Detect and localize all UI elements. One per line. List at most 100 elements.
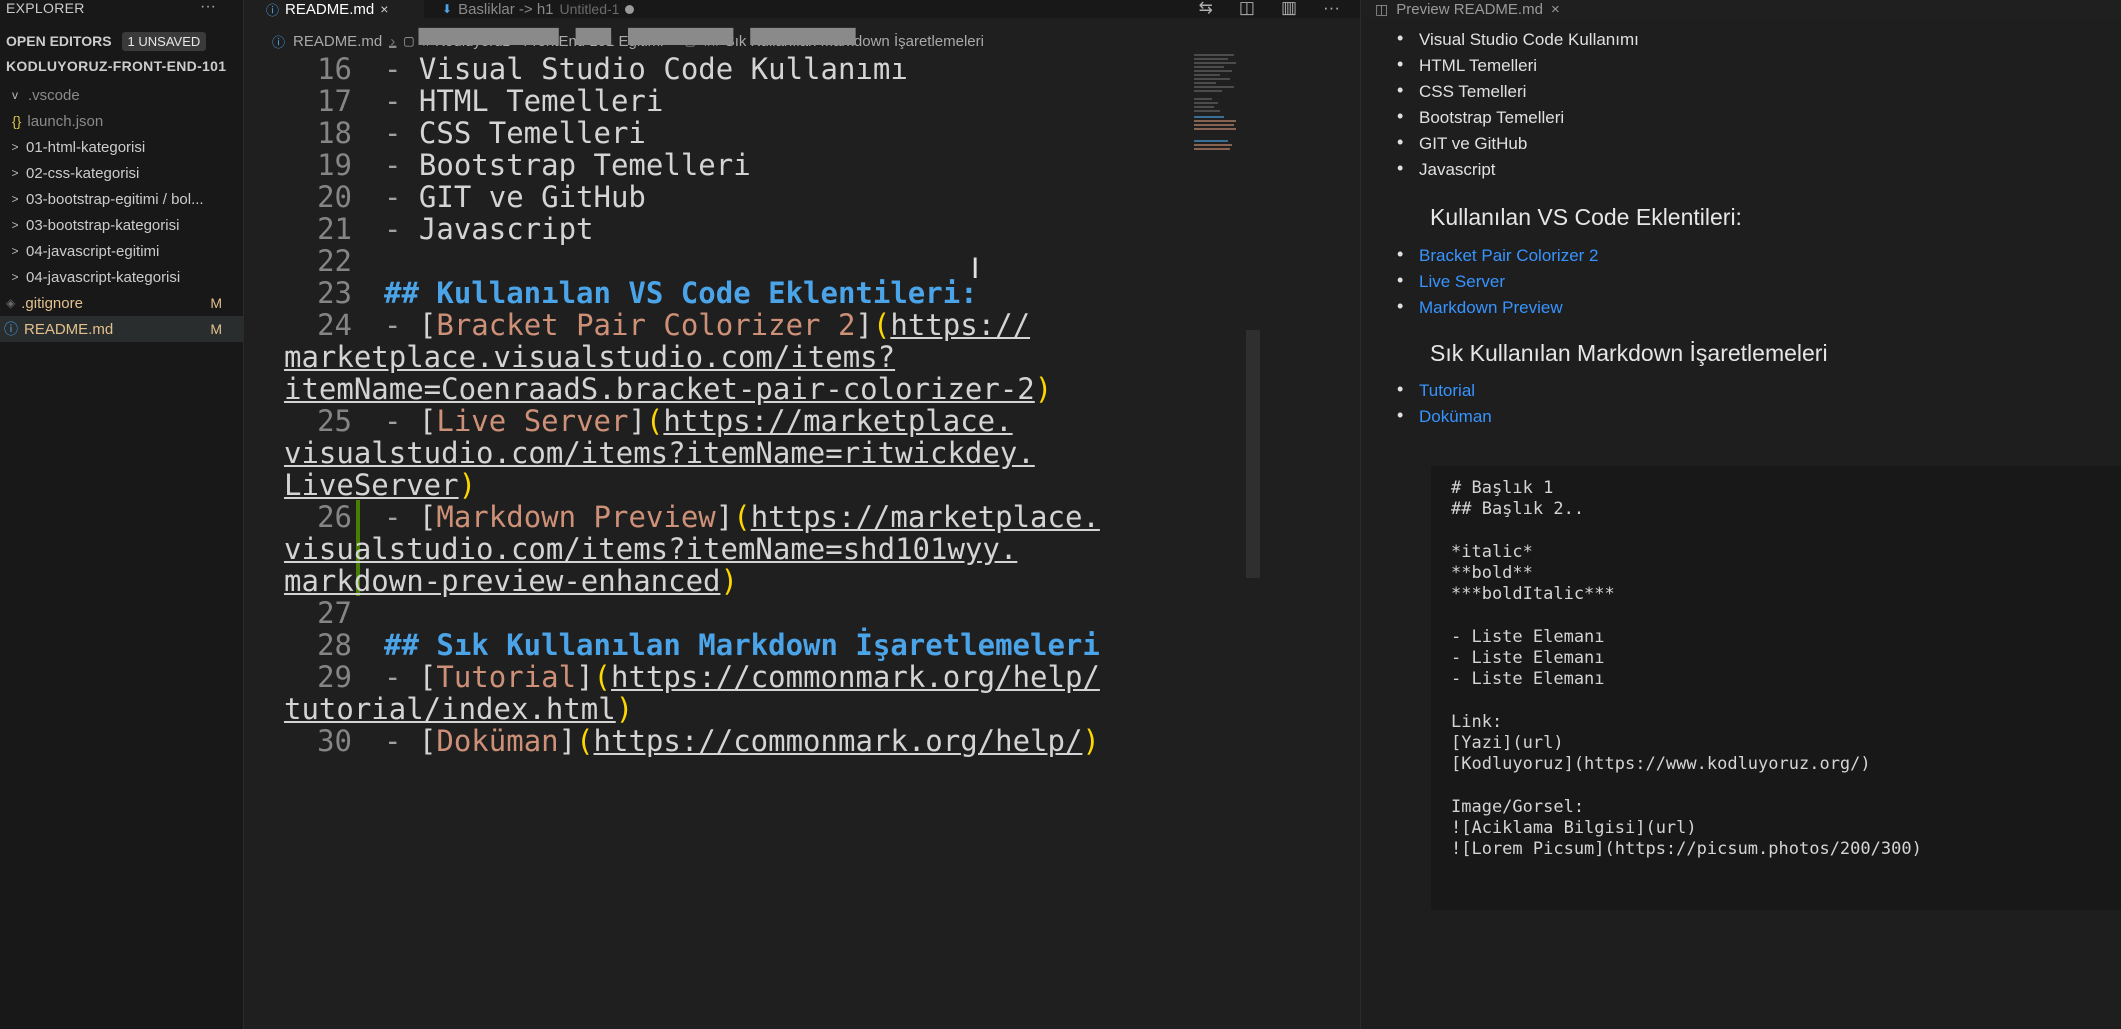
explorer-sidebar: EXPLORER ··· OPEN EDITORS 1 UNSAVED KODL… — [0, 0, 244, 1029]
list-item: Visual Studio Code Kullanımı — [1397, 28, 1639, 50]
link-url: https://commonmark.org/help/ — [593, 724, 1083, 758]
tab-untitled[interactable]: ⬇ Basliklar -> h1 Untitled-1 — [430, 0, 635, 18]
tree-item-label: 04-javascript-kategorisi — [26, 268, 181, 286]
code-line-wrap: LiveServer) — [284, 468, 477, 502]
link-text: Live Server — [436, 404, 629, 438]
tree-folder-03-bootstrap-egitimi[interactable]: > 03-bootstrap-egitimi / bol... — [0, 186, 243, 212]
tree-item-label: 03-bootstrap-kategorisi — [26, 216, 180, 234]
text-cursor-icon: I — [971, 252, 980, 285]
editor-toolbar: ⇆ ◫ ▥ ··· — [1199, 0, 1340, 18]
link-url: https://marketplace. — [750, 500, 1100, 534]
link-url: https:// — [890, 308, 1031, 342]
tree-item-label: 01-html-kategorisi — [26, 138, 146, 156]
code-block-line: ![Aciklama Bilgisi](url) — [1451, 818, 1697, 838]
tree-item-label: .vscode — [28, 86, 80, 104]
split-editor-icon[interactable]: ▥ — [1281, 0, 1297, 18]
code-block-line: Image/Gorsel: — [1451, 797, 1585, 817]
markdown-preview-panel: ◫ Preview README.md × Visual Studio Code… — [1360, 0, 2121, 1029]
chevron-right-icon: > — [11, 192, 19, 206]
workspace-root-folder[interactable]: KODLUYORUZ-FRONT-END-101 — [6, 58, 226, 74]
list-item: Bootstrap Temelleri — [1397, 106, 1564, 128]
tree-item-label: README.md — [24, 320, 114, 338]
link-text: Bracket Pair Colorizer 2 — [436, 308, 856, 342]
line-number: 30 — [317, 724, 352, 758]
tree-folder-04-javascript-egitimi[interactable]: > 04-javascript-egitimi — [0, 238, 243, 264]
code-line-wrap: tutorial/index.html) — [284, 692, 634, 726]
close-icon[interactable]: × — [380, 1, 388, 17]
modified-badge: M — [210, 295, 222, 311]
tree-folder-vscode[interactable]: v .vscode — [0, 82, 243, 108]
code-block-line: **bold** — [1451, 563, 1533, 583]
line-number: 24 — [317, 308, 352, 342]
line-number: 18 — [317, 116, 352, 150]
extension-link[interactable]: Live Server — [1397, 270, 1505, 292]
markdown-link[interactable]: Tutorial — [1397, 379, 1475, 401]
code-block-line: [Kodluyoruz](https://www.kodluyoruz.org/… — [1451, 754, 1871, 774]
unsaved-file-icon: ⬇ — [442, 2, 453, 16]
link-url: LiveServer — [284, 468, 459, 502]
tree-folder-04-javascript-kategorisi[interactable]: > 04-javascript-kategorisi — [0, 264, 243, 290]
editor-tab-bar: ⓘ README.md × ⬇ Basliklar -> h1 Untitled… — [244, 0, 1360, 18]
code-line-wrap: marketplace.visualstudio.com/items? — [284, 340, 895, 374]
link-url: https://commonmark.org/help/ — [611, 660, 1100, 694]
editor-scrollbar[interactable] — [1246, 330, 1260, 578]
unsaved-badge: 1 UNSAVED — [121, 31, 207, 51]
line-number: 19 — [317, 148, 352, 182]
code-block-line: Link: — [1451, 712, 1503, 732]
tree-folder-02-css[interactable]: > 02-css-kategorisi — [0, 160, 243, 186]
extension-link[interactable]: Bracket Pair Colorizer 2 — [1397, 244, 1598, 266]
code-line: - [Bracket Pair Colorizer 2](https:// — [384, 308, 1031, 342]
link-url: https://marketplace. — [663, 404, 1013, 438]
line-number: 23 — [317, 276, 352, 310]
tab-preview-readme[interactable]: ◫ Preview README.md × — [1361, 0, 1611, 18]
close-icon[interactable]: × — [1551, 1, 1560, 18]
tree-file-launch-json[interactable]: {} launch.json — [0, 108, 243, 134]
tree-item-label: .gitignore — [21, 294, 83, 312]
code-line: - [Doküman](https://commonmark.org/help/… — [384, 724, 1100, 758]
code-line-wrap: visualstudio.com/items?itemName=shd101wy… — [284, 532, 1017, 566]
link-url: visualstudio.com/items?itemName=shd101wy… — [284, 532, 1018, 566]
explorer-title: EXPLORER — [6, 0, 85, 16]
code-line-wrap: markdown-preview-enhanced) — [284, 564, 738, 598]
code-block-line: - Liste Elemanı — [1451, 669, 1605, 689]
tree-file-gitignore[interactable]: ◈ .gitignore M — [0, 290, 243, 316]
unsaved-dot-icon[interactable] — [625, 4, 635, 14]
list-item: Javascript — [1397, 158, 1495, 180]
tree-item-label: launch.json — [27, 112, 104, 130]
more-actions-icon[interactable]: ··· — [1323, 0, 1340, 18]
tree-item-label: 03-bootstrap-egitimi / bol... — [26, 190, 204, 208]
tree-folder-01-html[interactable]: > 01-html-kategorisi — [0, 134, 243, 160]
explorer-more-button[interactable]: ··· — [200, 0, 216, 16]
open-preview-icon[interactable]: ◫ — [1239, 0, 1255, 18]
chevron-down-icon: v — [12, 88, 18, 102]
markdown-link[interactable]: Doküman — [1397, 405, 1492, 427]
compare-icon[interactable]: ⇆ — [1199, 0, 1213, 18]
line-number: 29 — [317, 660, 352, 694]
code-line-text: CSS Temelleri — [418, 116, 646, 150]
preview-code-block: # Başlık 1 ## Başlık 2.. *italic* **bold… — [1431, 466, 2121, 910]
minimap[interactable] — [1194, 52, 1240, 162]
open-editors-header[interactable]: OPEN EDITORS 1 UNSAVED — [0, 28, 243, 54]
code-editor[interactable]: - ▀▀▀▀▀▀▀▀ ▀▀ ▀▀▀▀▀▀ ▀▀▀▀▀▀ 16 - Visual … — [244, 28, 1274, 1029]
info-icon: ⓘ — [272, 34, 286, 50]
tab-readme[interactable]: ⓘ README.md × — [244, 0, 424, 18]
code-line: - Bootstrap Temelleri — [384, 148, 751, 182]
link-url: marketplace.visualstudio.com/items? — [284, 340, 896, 374]
link-url: tutorial/index.html — [284, 692, 616, 726]
list-item: HTML Temelleri — [1397, 54, 1537, 76]
tree-folder-03-bootstrap-kategorisi[interactable]: > 03-bootstrap-kategorisi — [0, 212, 243, 238]
code-block-line: *italic* — [1451, 542, 1533, 562]
tree-file-readme[interactable]: ⓘ README.md M — [0, 316, 243, 342]
extension-link[interactable]: Markdown Preview — [1397, 296, 1563, 318]
breadcrumb-file[interactable]: README.md — [293, 33, 382, 50]
chevron-right-icon: > — [11, 166, 19, 180]
preview-heading-markdown: Sık Kullanılan Markdown İşaretlemeleri — [1430, 340, 1828, 366]
line-number: 17 — [317, 84, 352, 118]
code-line-text: GIT ve GitHub — [418, 180, 646, 214]
tab-label: Preview README.md — [1396, 0, 1543, 18]
preview-content[interactable]: Visual Studio Code Kullanımı HTML Temell… — [1361, 18, 2121, 1029]
line-number: 22 — [317, 244, 352, 278]
code-line: - Javascript — [384, 212, 594, 246]
link-text: Markdown Preview — [436, 500, 716, 534]
code-line: - CSS Temelleri — [384, 116, 646, 150]
